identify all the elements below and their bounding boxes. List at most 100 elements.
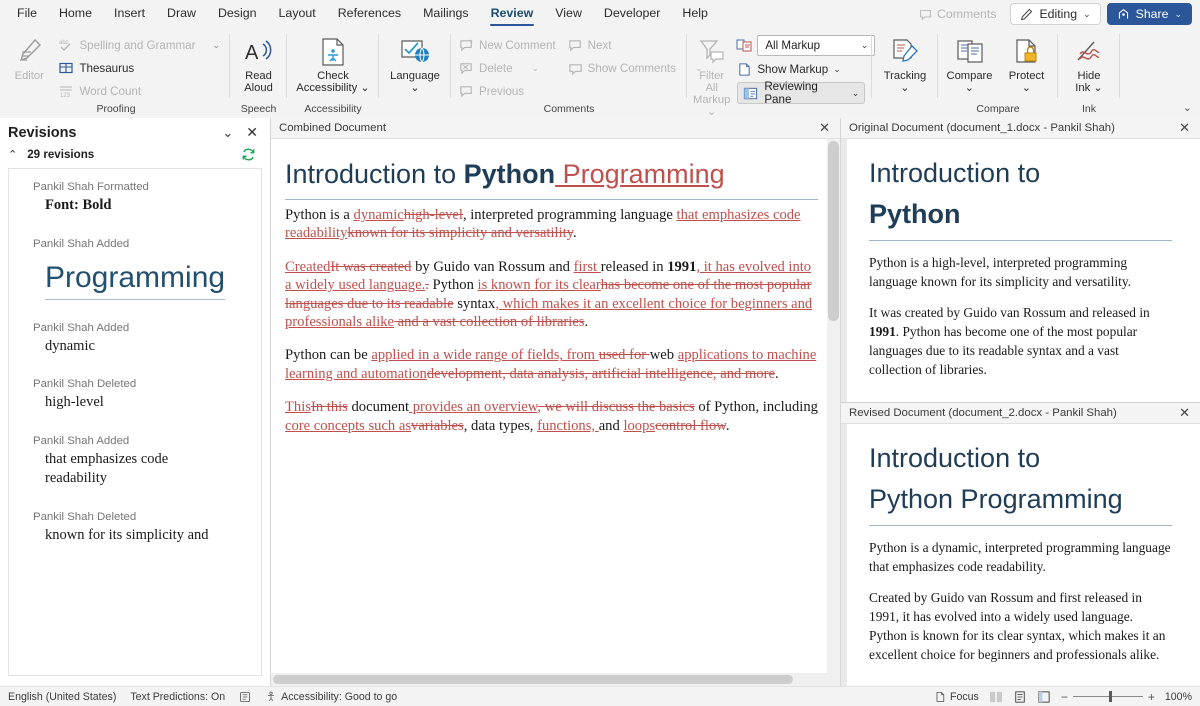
tab-label: Layout (279, 6, 316, 20)
delete-comment-button[interactable]: Delete ⌄ (455, 57, 562, 79)
revisions-close-icon[interactable]: ✕ (246, 124, 258, 141)
reviewing-pane-toggle[interactable]: Reviewing Pane ⌄ (737, 82, 865, 104)
print-layout-view-icon[interactable] (1013, 691, 1027, 703)
combined-vertical-scrollbar[interactable] (827, 139, 840, 673)
filter-all-markup-button[interactable]: Filter AllMarkup ⌄ (691, 32, 732, 121)
chevron-down-icon: ⌄ (1174, 9, 1182, 20)
run-plain: of Python, including (695, 399, 818, 415)
tab-references[interactable]: References (327, 2, 412, 26)
run-plain: . (726, 418, 730, 434)
zoom-handle[interactable] (1109, 691, 1112, 702)
scrollbar-thumb[interactable] (828, 141, 839, 321)
revision-text: high-level (45, 393, 247, 413)
revision-entry[interactable]: Pankil Shah Added Programming (33, 238, 247, 308)
combined-horizontal-scrollbar[interactable] (271, 673, 840, 686)
group-label-proofing: Proofing (6, 102, 226, 118)
tab-mailings[interactable]: Mailings (412, 2, 479, 26)
chevron-down-icon: ⌄ (852, 88, 860, 99)
close-icon[interactable]: ✕ (1175, 120, 1194, 136)
share-button[interactable]: Share ⌄ (1107, 3, 1192, 25)
tab-label: View (555, 6, 582, 20)
revisions-collapse-icon[interactable]: ⌄ (222, 125, 233, 141)
word-count-button[interactable]: 123 Word Count (54, 80, 226, 102)
revisions-expander-icon[interactable]: ⌃ (8, 148, 17, 161)
zoom-slider[interactable]: − + (1061, 690, 1155, 704)
language-status[interactable]: English (United States) (8, 691, 116, 703)
close-icon[interactable]: ✕ (1175, 405, 1194, 421)
comments-label: Comments (937, 7, 996, 21)
tab-view[interactable]: View (544, 2, 593, 26)
previous-comment-button[interactable]: Previous (455, 80, 562, 102)
title-run-plain: Introduction to (285, 159, 464, 189)
new-comment-icon (459, 38, 474, 53)
compare-docs-icon (955, 35, 985, 69)
revision-entry[interactable]: Pankil Shah Added that emphasizes code r… (33, 435, 247, 489)
show-markup-button[interactable]: Show Markup ⌄ (734, 58, 881, 80)
focus-mode-button[interactable]: Focus (934, 691, 979, 703)
comments-button[interactable]: Comments (911, 4, 1004, 24)
run-plain: and (599, 418, 624, 434)
compare-button[interactable]: Compare⌄ (942, 32, 997, 97)
accessibility-status[interactable]: Accessibility: Good to go (265, 691, 397, 703)
run-deleted: used for (599, 347, 650, 363)
revised-document-body[interactable]: Introduction to Python Programming Pytho… (841, 424, 1200, 686)
next-label: Next (588, 39, 612, 52)
tab-insert[interactable]: Insert (103, 2, 156, 26)
zoom-track[interactable] (1073, 696, 1143, 697)
group-label-speech: Speech (234, 102, 283, 118)
tab-file[interactable]: File (6, 2, 48, 26)
tab-design[interactable]: Design (207, 2, 268, 26)
text-predictions-status[interactable]: Text Predictions: On (130, 691, 225, 703)
web-layout-view-icon[interactable] (1037, 691, 1051, 703)
combined-document-scroll-area[interactable]: Introduction to Python Programming Pytho… (271, 139, 840, 673)
tab-home[interactable]: Home (48, 2, 103, 26)
editing-label: Editing (1039, 7, 1077, 21)
editor-status-icon[interactable] (239, 691, 251, 703)
check-accessibility-button[interactable]: CheckAccessibility ⌄ (291, 32, 375, 97)
filter-all-markup-label: Filter AllMarkup ⌄ (693, 70, 730, 118)
zoom-out-button[interactable]: − (1061, 690, 1068, 704)
revised-title-line2: Python Programming (869, 484, 1123, 514)
language-globe-icon (399, 35, 431, 69)
tab-help[interactable]: Help (671, 2, 718, 26)
revisions-list[interactable]: Pankil Shah Formatted Font: Bold Pankil … (8, 168, 262, 676)
revision-entry[interactable]: Pankil Shah Deleted known for its simpli… (33, 511, 247, 546)
tab-draw[interactable]: Draw (156, 2, 207, 26)
editing-mode-button[interactable]: Editing ⌄ (1010, 3, 1100, 25)
tab-review[interactable]: Review (480, 2, 545, 26)
chevron-down-icon: ⌄ (833, 64, 841, 75)
collapse-ribbon-icon[interactable]: ⌄ (1183, 101, 1192, 114)
protect-button[interactable]: Protect⌄ (999, 32, 1054, 97)
revision-entry[interactable]: Pankil Shah Formatted Font: Bold (33, 181, 247, 216)
run-plain: . (585, 314, 589, 330)
tab-developer[interactable]: Developer (593, 2, 671, 26)
original-document-body[interactable]: Introduction to Python Python is a high-… (841, 139, 1200, 402)
run-plain: , data types, (464, 418, 537, 434)
tab-label: Draw (167, 6, 196, 20)
tracking-button[interactable]: Tracking⌄ (876, 32, 934, 97)
revision-entry[interactable]: Pankil Shah Deleted high-level (33, 378, 247, 413)
close-icon[interactable]: ✕ (815, 120, 834, 136)
tab-layout[interactable]: Layout (268, 2, 327, 26)
zoom-level-label[interactable]: 100% (1165, 691, 1192, 703)
editor-button[interactable]: Editor (6, 32, 52, 85)
language-button[interactable]: Language⌄ (383, 32, 447, 97)
run-plain: syntax (454, 296, 496, 312)
read-mode-view-icon[interactable] (989, 691, 1003, 703)
new-comment-button[interactable]: New Comment (455, 34, 562, 56)
hide-ink-button[interactable]: HideInk ⌄ (1063, 32, 1115, 97)
pencil-icon (1020, 8, 1033, 21)
spelling-and-grammar-button[interactable]: abc Spelling and Grammar ⌄ (54, 34, 226, 56)
zoom-in-button[interactable]: + (1148, 690, 1155, 704)
display-for-review-dropdown[interactable]: All Markup ⌄ (757, 35, 875, 56)
tab-bar-actions: Comments Editing ⌄ Share ⌄ (911, 3, 1200, 25)
refresh-icon[interactable] (241, 147, 262, 162)
run-deleted: variables (411, 418, 464, 434)
chevron-down-icon: ⌄ (1083, 9, 1091, 20)
scrollbar-thumb[interactable] (273, 675, 793, 684)
thesaurus-button[interactable]: Thesaurus (54, 57, 226, 79)
run-plain: web (650, 347, 678, 363)
svg-text:123: 123 (60, 93, 71, 99)
read-aloud-button[interactable]: A ReadAloud (234, 32, 283, 97)
revision-entry[interactable]: Pankil Shah Added dynamic (33, 322, 247, 357)
